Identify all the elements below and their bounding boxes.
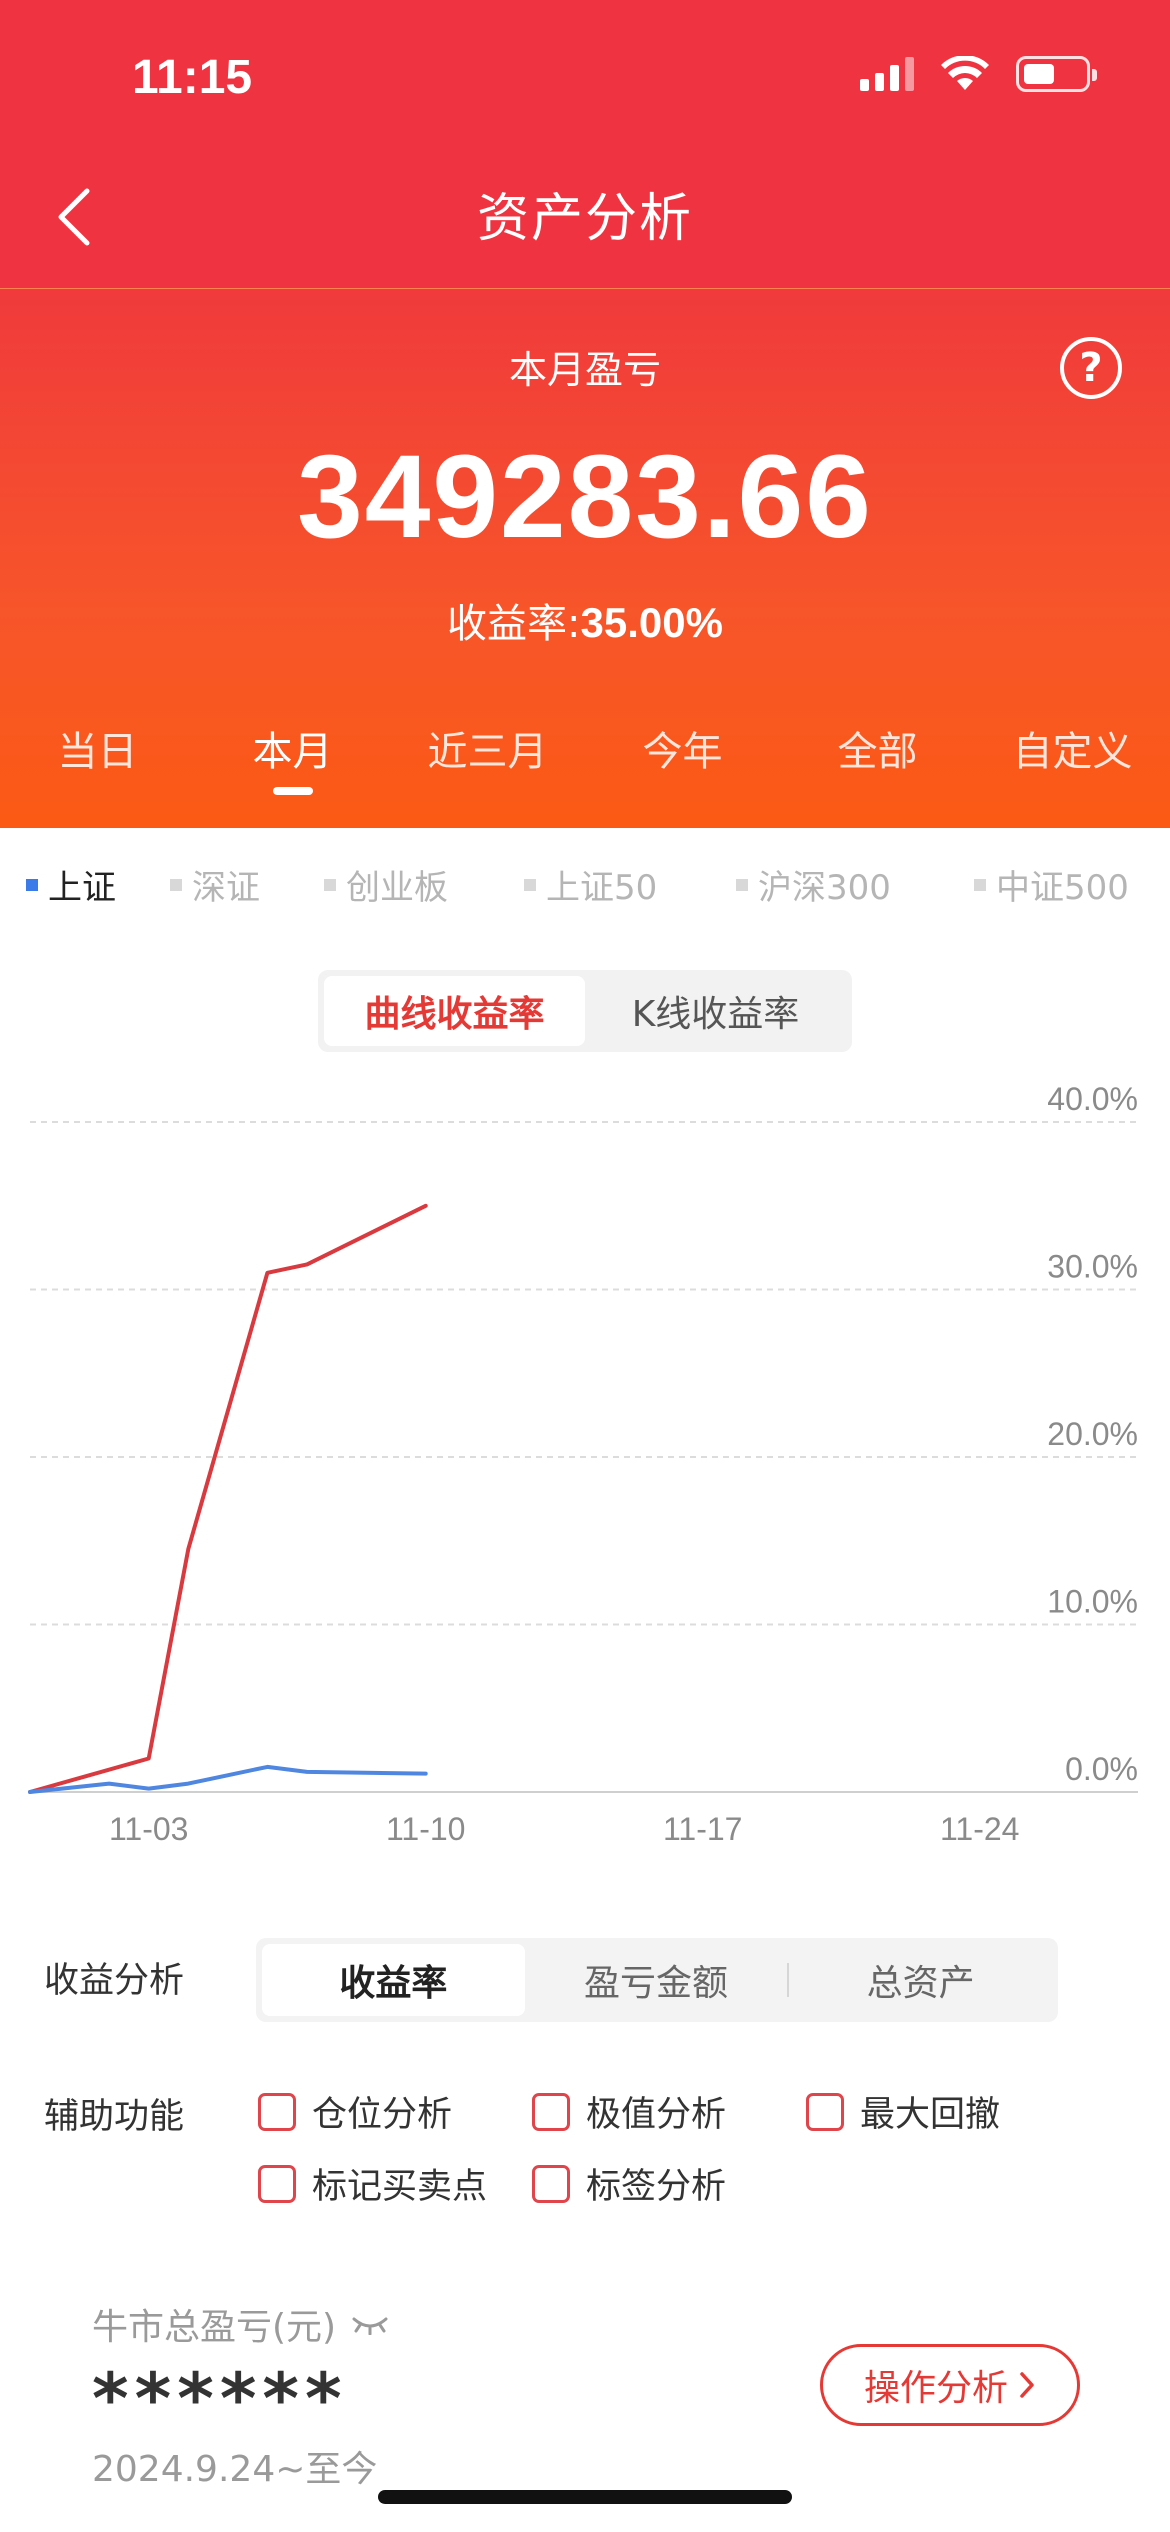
cellular-signal-icon (860, 57, 914, 91)
bull-profit-masked-value: ****** (92, 2358, 348, 2440)
tab-this-year[interactable]: 今年 (585, 719, 780, 799)
status-time: 11:15 (132, 51, 253, 104)
index-tab-label: 上证 (48, 868, 116, 908)
index-tab-csi500[interactable]: 中证500 (974, 860, 1129, 909)
operation-analysis-label: 操作分析 (863, 2368, 1008, 2409)
summary-label: 本月盈亏 (508, 348, 661, 392)
index-tab-label: 中证500 (996, 868, 1129, 908)
checkbox-label: 仓位分析 (312, 2095, 453, 2135)
tab-all[interactable]: 全部 (780, 719, 975, 799)
legend-marker (170, 878, 182, 891)
index-tab-sz[interactable]: 深证 (170, 860, 260, 909)
checkbox-label: 标记买卖点 (312, 2167, 488, 2207)
index-tab-chinext[interactable]: 创业板 (324, 860, 448, 909)
y-tick-label: 30.0% (1047, 1249, 1138, 1285)
portfolio-return-line (28, 1203, 428, 1794)
wifi-icon (941, 56, 989, 90)
return-rate-value: 35.00% (580, 599, 723, 646)
eye-closed-icon[interactable] (350, 2313, 390, 2335)
checkbox-label: 标签分析 (586, 2167, 727, 2207)
profit-summary: 本月盈亏 ? 349283.66 收益率:35.00% 当日 本月 近三月 今年… (0, 288, 1170, 828)
tab-last-three-months[interactable]: 近三月 (390, 719, 585, 799)
kline-return-option[interactable]: K线收益率 (585, 976, 846, 1046)
index-tab-label: 创业板 (346, 868, 448, 908)
help-icon[interactable]: ? (1060, 337, 1122, 399)
period-tabs: 当日 本月 近三月 今年 全部 自定义 (0, 719, 1170, 799)
checkbox-tag-analysis[interactable]: 标签分析 (532, 2158, 726, 2209)
legend-marker (524, 878, 536, 891)
tab-custom[interactable]: 自定义 (975, 719, 1170, 799)
bull-profit-label: 牛市总盈亏(元) (92, 2298, 390, 2350)
y-tick-label: 20.0% (1047, 1416, 1138, 1452)
metric-total-assets[interactable]: 总资产 (789, 1944, 1052, 2016)
y-tick-label: 10.0% (1047, 1584, 1138, 1620)
page-title: 资产分析 (476, 189, 693, 249)
bull-profit-label-text: 牛市总盈亏(元) (92, 2307, 337, 2348)
index-tab-label: 上证50 (546, 868, 658, 908)
index-tab-label: 深证 (192, 868, 260, 908)
legend-marker (26, 878, 38, 891)
bull-date-range: 2024.9.24~至今 (92, 2449, 378, 2490)
index-tabs: 上证 深证 创业板 上证50 沪深300 中证500 (0, 860, 1170, 920)
home-indicator (378, 2490, 792, 2504)
battery-icon (1016, 56, 1097, 92)
x-tick-label: 11-03 (109, 1811, 188, 1847)
checkbox[interactable] (532, 2164, 570, 2203)
return-chart: 40.0% 30.0% 20.0% 10.0% 0.0% 11-03 11-10 11-17 1… (28, 1081, 1138, 1847)
analysis-metric-toggle: 收益率 盈亏金额 总资产 (256, 1938, 1058, 2022)
header: 11:15 资产分析 (0, 0, 1170, 288)
index-tab-label: 沪深300 (758, 868, 891, 908)
legend-marker (974, 878, 986, 891)
index-return-line (28, 1764, 428, 1794)
metric-profit-amount[interactable]: 盈亏金额 (525, 1944, 788, 2016)
tab-today[interactable]: 当日 (0, 719, 195, 799)
checkbox-trade-markers[interactable]: 标记买卖点 (258, 2158, 487, 2209)
status-icons (860, 56, 1097, 92)
checkbox-label: 极值分析 (586, 2095, 727, 2135)
x-tick-label: 11-10 (386, 1811, 465, 1847)
checkbox-extreme-analysis[interactable]: 极值分析 (532, 2086, 726, 2137)
legend-marker (324, 878, 336, 891)
checkbox[interactable] (258, 2164, 296, 2203)
checkbox-label: 最大回撤 (860, 2095, 1001, 2135)
aux-label: 辅助功能 (44, 2097, 185, 2137)
index-tab-csi300[interactable]: 沪深300 (736, 860, 891, 909)
y-tick-label: 0.0% (1065, 1751, 1138, 1787)
x-tick-label: 11-24 (940, 1811, 1019, 1847)
index-tab-sse50[interactable]: 上证50 (524, 860, 657, 909)
curve-return-option[interactable]: 曲线收益率 (324, 976, 585, 1046)
y-tick-label: 40.0% (1047, 1081, 1138, 1117)
operation-analysis-button[interactable]: 操作分析 (820, 2344, 1080, 2426)
legend-marker (736, 878, 748, 891)
profit-amount: 349283.66 (297, 431, 873, 563)
chart-type-toggle: 曲线收益率 K线收益率 (318, 970, 852, 1052)
index-tab-sh[interactable]: 上证 (26, 860, 116, 909)
chevron-right-icon (1020, 2372, 1034, 2398)
checkbox[interactable] (806, 2092, 844, 2131)
tab-this-month[interactable]: 本月 (195, 719, 390, 799)
x-tick-label: 11-17 (663, 1811, 742, 1847)
checkbox[interactable] (258, 2092, 296, 2131)
analysis-label: 收益分析 (44, 1961, 185, 2001)
checkbox-max-drawdown[interactable]: 最大回撤 (806, 2086, 1000, 2137)
return-rate: 收益率:35.00% (0, 591, 1170, 649)
checkbox[interactable] (532, 2092, 570, 2131)
return-rate-label: 收益率: (447, 601, 581, 647)
checkbox-position-analysis[interactable]: 仓位分析 (258, 2086, 452, 2137)
metric-return-rate[interactable]: 收益率 (262, 1944, 525, 2016)
